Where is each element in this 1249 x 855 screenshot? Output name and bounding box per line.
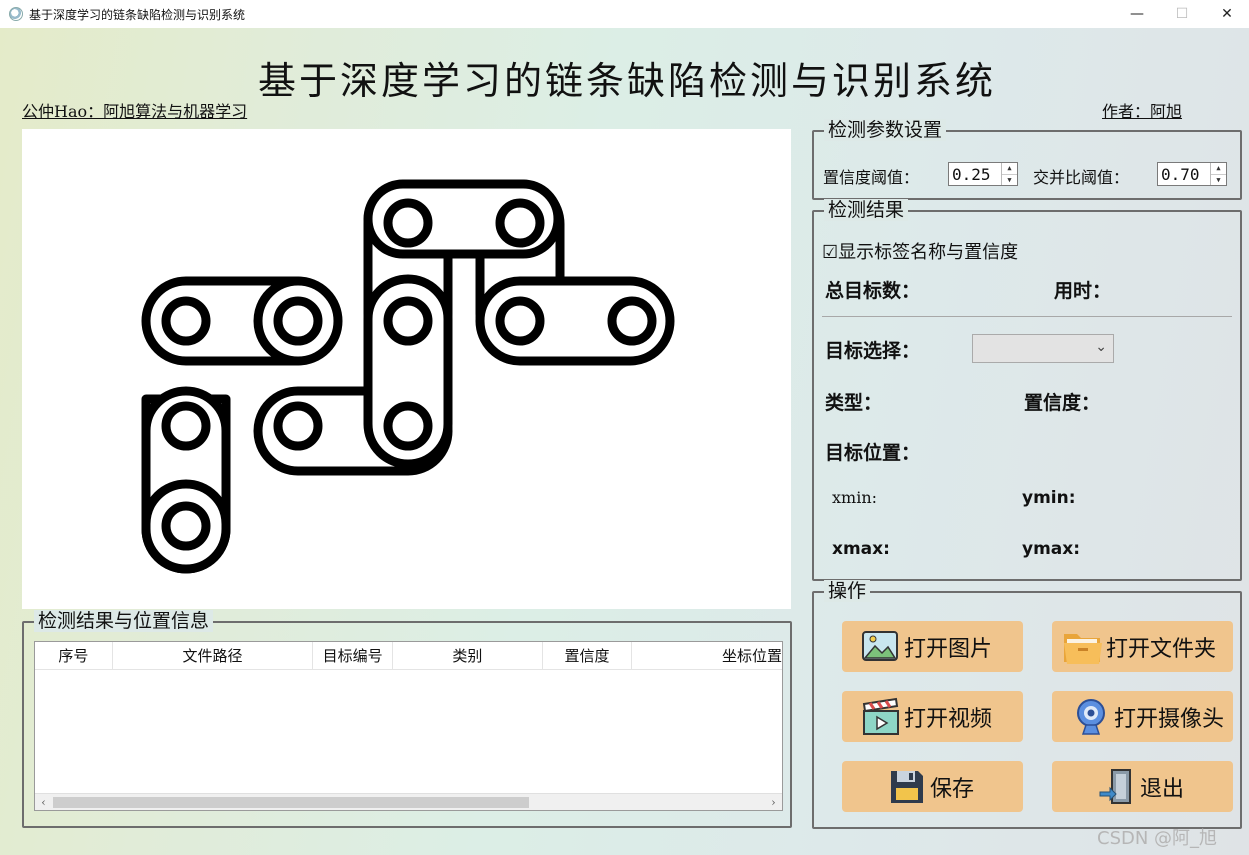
app-icon	[9, 7, 23, 21]
show-labels-checkbox[interactable]: ☑显示标签名称与置信度	[822, 238, 1018, 264]
window-title: 基于深度学习的链条缺陷检测与识别系统	[29, 7, 246, 22]
iou-threshold-spinbox[interactable]: 0.70 ▲ ▼	[1157, 162, 1227, 186]
column-header-coordinates[interactable]: 坐标位置	[632, 642, 782, 669]
ymax-label: ymax:	[1022, 539, 1081, 559]
divider	[822, 316, 1232, 317]
open-image-label: 打开图片	[904, 636, 993, 662]
save-button[interactable]: 保存	[842, 761, 1023, 812]
open-video-button[interactable]: 打开视频	[842, 691, 1023, 742]
column-header-index[interactable]: 序号	[35, 642, 113, 669]
ymin-label: ymin:	[1022, 488, 1076, 508]
open-camera-label: 打开摄像头	[1114, 706, 1225, 732]
open-folder-button[interactable]: 打开文件夹	[1052, 621, 1233, 672]
column-header-confidence[interactable]: 置信度	[543, 642, 633, 669]
public-account-note: 公仲Hao：阿旭算法与机器学习	[22, 102, 248, 121]
author-note: 作者：阿旭	[1102, 102, 1183, 121]
conf-threshold-label: 置信度阈值：	[823, 168, 920, 187]
close-button[interactable]: ✕	[1204, 0, 1249, 28]
spin-down-icon[interactable]: ▼	[1211, 175, 1226, 186]
image-display-area	[22, 129, 791, 609]
iou-threshold-value[interactable]: 0.70	[1161, 165, 1200, 184]
open-camera-button[interactable]: 打开摄像头	[1052, 691, 1233, 742]
detection-result-group: 检测结果 ☑显示标签名称与置信度 总目标数： 用时： 目标选择： ⌄ 类型： 置…	[812, 199, 1242, 581]
folder-icon	[1064, 633, 1102, 664]
results-table[interactable]: 序号 文件路径 目标编号 类别 置信度 坐标位置 ‹ ›	[34, 641, 783, 811]
scroll-left-icon[interactable]: ‹	[35, 794, 52, 810]
window-titlebar: 基于深度学习的链条缺陷检测与识别系统 — ☐ ✕	[0, 0, 1249, 28]
target-select-dropdown[interactable]: ⌄	[972, 334, 1114, 363]
xmax-label: xmax:	[832, 539, 890, 559]
webcam-icon	[1077, 698, 1105, 735]
column-header-target-id[interactable]: 目标编号	[313, 642, 394, 669]
conf-threshold-spinbox[interactable]: 0.25 ▲ ▼	[948, 162, 1018, 186]
minimize-button[interactable]: —	[1114, 0, 1160, 28]
horizontal-scrollbar[interactable]: ‹ ›	[35, 793, 782, 810]
spin-down-icon[interactable]: ▼	[1002, 175, 1017, 186]
params-legend: 检测参数设置	[824, 119, 947, 141]
iou-threshold-label: 交并比阈值：	[1033, 168, 1130, 187]
floppy-disk-icon	[891, 770, 923, 803]
conf-threshold-value[interactable]: 0.25	[952, 165, 991, 184]
confidence-label: 置信度：	[1024, 392, 1101, 414]
open-image-button[interactable]: 打开图片	[842, 621, 1023, 672]
open-video-label: 打开视频	[904, 706, 993, 732]
column-header-class[interactable]: 类别	[393, 642, 543, 669]
operations-legend: 操作	[824, 580, 871, 602]
xmin-label: xmin:	[832, 488, 878, 507]
open-folder-label: 打开文件夹	[1106, 636, 1217, 662]
maximize-button[interactable]: ☐	[1159, 0, 1205, 28]
table-header: 序号 文件路径 目标编号 类别 置信度 坐标位置	[35, 642, 782, 670]
video-clapper-icon	[862, 697, 899, 735]
elapsed-time-label: 用时：	[1054, 280, 1112, 302]
spin-up-icon[interactable]: ▲	[1002, 163, 1017, 175]
app-title: 基于深度学习的链条缺陷检测与识别系统	[257, 59, 996, 103]
target-position-label: 目标位置：	[825, 442, 921, 464]
results-table-legend: 检测结果与位置信息	[34, 610, 214, 632]
scrollbar-thumb[interactable]	[53, 797, 529, 808]
exit-button[interactable]: 退出	[1052, 761, 1233, 812]
chevron-down-icon: ⌄	[1095, 339, 1107, 355]
detection-params-group: 检测参数设置 置信度阈值： 0.25 ▲ ▼ 交并比阈值： 0.70 ▲ ▼	[812, 119, 1242, 200]
chain-image	[141, 179, 675, 574]
image-icon	[862, 630, 898, 661]
spin-up-icon[interactable]: ▲	[1211, 163, 1226, 175]
main-window-client: 基于深度学习的链条缺陷检测与识别系统 公仲Hao：阿旭算法与机器学习 作者：阿旭	[0, 28, 1249, 855]
target-select-label: 目标选择：	[825, 340, 921, 362]
save-label: 保存	[930, 776, 975, 802]
total-targets-label: 总目标数：	[825, 280, 921, 302]
results-table-group: 检测结果与位置信息 序号 文件路径 目标编号 类别 置信度 坐标位置 ‹ ›	[22, 610, 792, 828]
scroll-right-icon[interactable]: ›	[765, 794, 782, 810]
operations-group: 操作 打开图片 打开文件夹 打开视频 打开摄像头 保存 退出	[812, 580, 1242, 829]
result-legend: 检测结果	[824, 199, 909, 221]
exit-door-icon	[1099, 768, 1131, 804]
exit-label: 退出	[1140, 776, 1185, 802]
watermark-text: CSDN @阿_旭	[1097, 828, 1218, 849]
type-label: 类型：	[825, 392, 883, 414]
column-header-file-path[interactable]: 文件路径	[113, 642, 314, 669]
